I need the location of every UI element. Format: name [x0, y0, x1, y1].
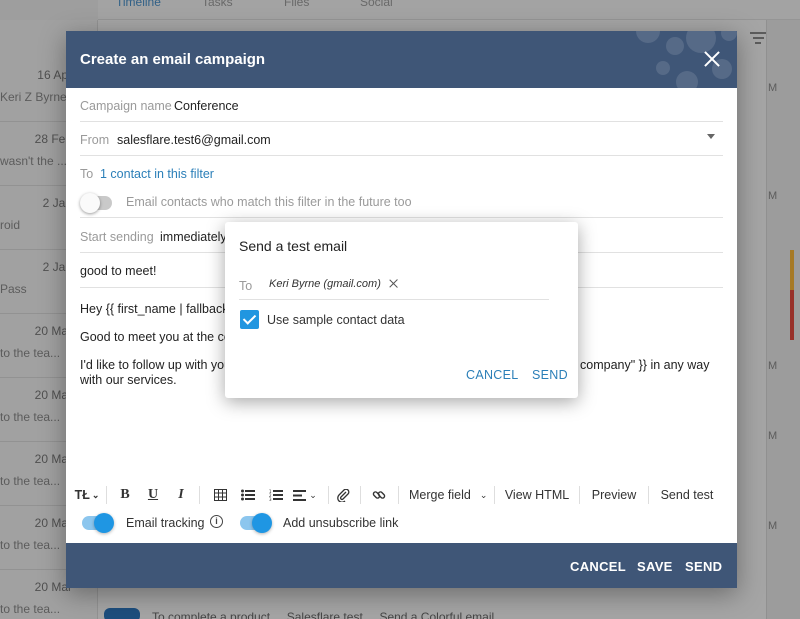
info-icon[interactable]: i — [210, 515, 223, 528]
numbered-list-icon[interactable]: 123 — [264, 483, 288, 507]
align-button[interactable]: ⌄ — [290, 483, 320, 507]
cancel-button[interactable]: CANCEL — [570, 559, 626, 574]
merge-field-button[interactable]: Merge field ⌄ — [409, 483, 489, 507]
send-button[interactable]: SEND — [685, 559, 722, 574]
chevron-down-icon: ⌄ — [309, 489, 317, 500]
recipient-chip-label: Keri Byrne (gmail.com) — [269, 278, 381, 290]
email-tracking-label: Email tracking — [126, 516, 205, 530]
italic-button[interactable]: I — [172, 483, 190, 507]
email-tracking-toggle[interactable] — [82, 513, 114, 533]
body-line: Good to meet you at the co — [80, 330, 231, 344]
to-label: To — [80, 167, 94, 181]
view-html-button[interactable]: View HTML — [502, 483, 572, 507]
from-label: From — [80, 133, 110, 147]
underline-button[interactable]: U — [144, 483, 162, 507]
recipient-chip[interactable]: Keri Byrne (gmail.com) — [263, 275, 403, 293]
chevron-down-icon: ⌄ — [479, 489, 488, 500]
text-size-icon: TŁ — [74, 488, 90, 502]
body-line: company" }} in any way — [580, 358, 710, 372]
attachment-icon[interactable] — [332, 483, 354, 507]
from-value: salesflare.test6@gmail.com — [117, 133, 271, 147]
campaign-name-value: Conference — [174, 99, 239, 113]
future-contacts-label: Email contacts who match this filter in … — [126, 195, 412, 209]
body-line: I'd like to follow up with you — [80, 358, 232, 372]
merge-field-label: Merge field — [409, 488, 471, 502]
popup-send-button[interactable]: SEND — [532, 368, 568, 382]
send-test-email-popup: Send a test email To Keri Byrne (gmail.c… — [225, 222, 578, 398]
subject-value: good to meet! — [80, 264, 157, 278]
future-contacts-toggle[interactable] — [80, 193, 112, 213]
unsubscribe-link-toggle[interactable] — [240, 513, 272, 533]
to-field: To 1 contact in this filter Email contac… — [80, 156, 723, 218]
unsubscribe-link-label: Add unsubscribe link — [283, 516, 399, 530]
popup-cancel-button[interactable]: CANCEL — [466, 368, 519, 382]
save-button[interactable]: SAVE — [637, 559, 673, 574]
campaign-name-field[interactable]: Campaign name Conference — [80, 88, 723, 122]
dialog-title: Create an email campaign — [80, 51, 266, 68]
align-left-icon — [293, 489, 307, 501]
close-icon[interactable] — [702, 49, 722, 69]
sample-data-checkbox[interactable] — [240, 310, 259, 329]
editor-toolbar: TŁ ⌄ B U I 123 ⌄ Merge field ⌄ View HTML… — [66, 483, 737, 507]
body-line: with our services. — [80, 373, 177, 387]
dialog-footer: CANCEL SAVE SEND — [66, 543, 737, 588]
dialog-header: Create an email campaign — [66, 31, 737, 88]
start-sending-value: immediately — [160, 230, 227, 244]
test-recipient-field[interactable]: To Keri Byrne (gmail.com) — [239, 272, 549, 300]
body-line: Hey {{ first_name | fallback — [80, 302, 229, 316]
from-select[interactable]: From salesflare.test6@gmail.com — [80, 122, 723, 156]
campaign-name-label: Campaign name — [80, 99, 172, 113]
link-icon[interactable] — [368, 483, 390, 507]
remove-recipient-icon[interactable] — [388, 278, 399, 289]
bold-button[interactable]: B — [116, 483, 134, 507]
start-sending-label: Start sending — [80, 230, 154, 244]
contacts-filter-link[interactable]: 1 contact in this filter — [100, 167, 214, 181]
text-size-button[interactable]: TŁ ⌄ — [74, 483, 100, 507]
test-to-label: To — [239, 279, 253, 293]
chevron-down-icon[interactable] — [707, 134, 715, 139]
svg-text:3: 3 — [269, 497, 272, 501]
chevron-down-icon: ⌄ — [91, 489, 100, 500]
send-test-button[interactable]: Send test — [656, 483, 718, 507]
table-icon[interactable] — [208, 483, 232, 507]
popup-title: Send a test email — [239, 238, 348, 254]
preview-button[interactable]: Preview — [588, 483, 640, 507]
sample-data-label: Use sample contact data — [267, 313, 405, 327]
bullet-list-icon[interactable] — [236, 483, 260, 507]
